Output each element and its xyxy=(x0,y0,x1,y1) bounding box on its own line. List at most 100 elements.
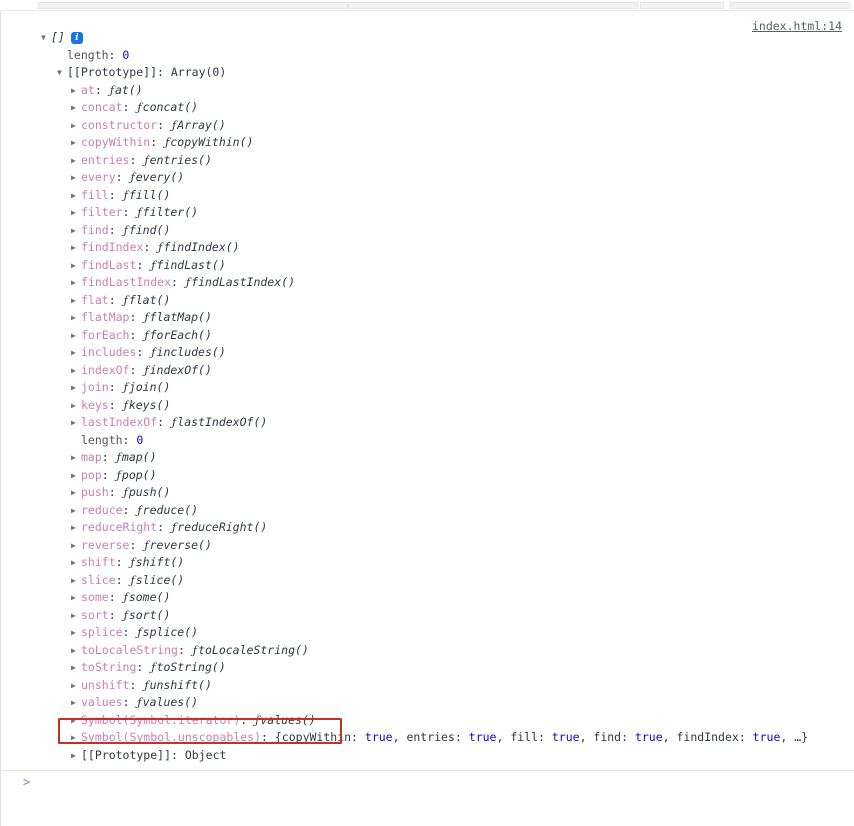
chevron-right-icon[interactable] xyxy=(71,642,80,660)
tree-row[interactable]: toString: ƒtoString() xyxy=(1,659,854,677)
tree-row[interactable]: unshift: ƒunshift() xyxy=(1,677,854,695)
chevron-right-icon[interactable] xyxy=(71,327,80,345)
chevron-right-icon[interactable] xyxy=(71,589,80,607)
chevron-right-icon[interactable] xyxy=(71,484,80,502)
tree-row[interactable]: values: ƒvalues() xyxy=(1,694,854,712)
console-prompt-row[interactable]: > xyxy=(0,771,854,826)
chevron-right-icon[interactable] xyxy=(71,292,80,310)
chevron-right-icon[interactable] xyxy=(71,134,80,152)
tree-row[interactable]: keys: ƒkeys() xyxy=(1,397,854,415)
chevron-right-icon[interactable] xyxy=(71,362,80,380)
chevron-right-icon[interactable] xyxy=(71,274,80,292)
chevron-right-icon[interactable] xyxy=(71,659,80,677)
tree-row[interactable]: join: ƒjoin() xyxy=(1,379,854,397)
chevron-right-icon[interactable] xyxy=(71,239,80,257)
chevron-right-icon[interactable] xyxy=(71,204,80,222)
tree-row[interactable]: copyWithin: ƒcopyWithin() xyxy=(1,134,854,152)
chevron-right-icon[interactable] xyxy=(71,187,80,205)
tree-row[interactable]: slice: ƒslice() xyxy=(1,572,854,590)
key-value-separator: : xyxy=(136,257,151,272)
property-key: findIndex xyxy=(81,240,144,254)
tree-row[interactable]: reverse: ƒreverse() xyxy=(1,537,854,555)
chevron-down-icon[interactable] xyxy=(41,29,50,47)
tree-row[interactable]: reduceRight: ƒreduceRight() xyxy=(1,519,854,537)
tree-row[interactable]: toLocaleString: ƒtoLocaleString() xyxy=(1,642,854,660)
chevron-right-icon[interactable] xyxy=(71,519,80,537)
tree-row[interactable]: map: ƒmap() xyxy=(1,449,854,467)
tree-row[interactable]: every: ƒevery() xyxy=(1,169,854,187)
chevron-right-icon[interactable] xyxy=(71,677,80,695)
chevron-right-icon[interactable] xyxy=(71,379,80,397)
tree-row[interactable]: splice: ƒsplice() xyxy=(1,624,854,642)
chevron-right-icon[interactable] xyxy=(71,82,80,100)
function-signature: values() xyxy=(142,695,199,709)
property-key: length xyxy=(67,47,109,62)
chevron-right-icon[interactable] xyxy=(71,467,80,485)
tree-row[interactable]: findIndex: ƒfindIndex() xyxy=(1,239,854,257)
tree-row[interactable]: findLast: ƒfindLast() xyxy=(1,257,854,275)
tree-row[interactable]: lastIndexOf: ƒlastIndexOf() xyxy=(1,414,854,432)
tree-row-root[interactable]: [] i xyxy=(1,29,854,47)
tree-row[interactable]: push: ƒpush() xyxy=(1,484,854,502)
tree-row[interactable]: fill: ƒfill() xyxy=(1,187,854,205)
tree-row[interactable]: flat: ƒflat() xyxy=(1,292,854,310)
key-value-separator: : xyxy=(101,450,116,464)
tree-row[interactable]: forEach: ƒforEach() xyxy=(1,327,854,345)
tree-row[interactable]: length: 0 xyxy=(1,432,854,450)
chevron-right-icon[interactable] xyxy=(71,344,80,362)
tree-row[interactable]: some: ƒsome() xyxy=(1,589,854,607)
chevron-right-icon[interactable] xyxy=(71,607,80,625)
object-preview-segment: true xyxy=(634,730,663,744)
tree-row[interactable]: reduce: ƒreduce() xyxy=(1,502,854,520)
property-key: constructor xyxy=(81,117,158,132)
tree-row[interactable]: indexOf: ƒindexOf() xyxy=(1,362,854,380)
chevron-right-icon[interactable] xyxy=(71,554,80,572)
chevron-right-icon[interactable] xyxy=(71,152,80,170)
chevron-right-icon[interactable] xyxy=(71,537,80,555)
info-icon[interactable]: i xyxy=(70,32,83,44)
tree-row[interactable]: Symbol(Symbol.iterator): ƒvalues() xyxy=(1,712,854,730)
key-value-separator: : xyxy=(157,117,172,132)
property-value: 0 xyxy=(136,432,144,447)
chevron-right-icon[interactable] xyxy=(71,99,80,117)
function-signature: map() xyxy=(121,450,157,464)
tree-row[interactable]: entries: ƒentries() xyxy=(1,152,854,170)
toolbar-filter-bar[interactable] xyxy=(38,2,348,9)
toolbar-close-group[interactable] xyxy=(730,2,850,9)
tree-row[interactable]: filter: ƒfilter() xyxy=(1,204,854,222)
chevron-right-icon[interactable] xyxy=(71,117,80,135)
tree-row[interactable]: findLastIndex: ƒfindLastIndex() xyxy=(1,274,854,292)
property-key: at xyxy=(81,82,95,97)
tree-row[interactable]: concat: ƒconcat() xyxy=(1,99,854,117)
tree-row[interactable]: length: 0 xyxy=(1,47,854,65)
chevron-right-icon[interactable] xyxy=(71,502,80,520)
tree-row[interactable]: sort: ƒsort() xyxy=(1,607,854,625)
chevron-right-icon[interactable] xyxy=(71,747,80,765)
chevron-right-icon[interactable] xyxy=(71,222,80,240)
tree-row[interactable]: flatMap: ƒflatMap() xyxy=(1,309,854,327)
chevron-right-icon[interactable] xyxy=(71,449,80,467)
chevron-right-icon[interactable] xyxy=(71,712,80,730)
tree-row[interactable]: [[Prototype]]: Object xyxy=(1,747,854,765)
chevron-right-icon[interactable] xyxy=(71,397,80,415)
toolbar-level-selector[interactable] xyxy=(348,2,638,9)
chevron-right-icon[interactable] xyxy=(71,169,80,187)
tree-row[interactable]: includes: ƒincludes() xyxy=(1,344,854,362)
tree-row[interactable]: find: ƒfind() xyxy=(1,222,854,240)
chevron-right-icon[interactable] xyxy=(71,257,80,275)
chevron-right-icon[interactable] xyxy=(71,624,80,642)
tree-row[interactable]: shift: ƒshift() xyxy=(1,554,854,572)
tree-row[interactable]: pop: ƒpop() xyxy=(1,467,854,485)
chevron-right-icon[interactable] xyxy=(71,309,80,327)
tree-row[interactable]: at: ƒat() xyxy=(1,82,854,100)
chevron-right-icon[interactable] xyxy=(71,694,80,712)
chevron-right-icon[interactable] xyxy=(71,729,80,747)
console-input[interactable] xyxy=(39,775,823,793)
tree-row[interactable]: Symbol(Symbol.unscopables): {copyWithin:… xyxy=(1,729,854,747)
toolbar-settings-group[interactable] xyxy=(640,2,724,9)
tree-row[interactable]: constructor: ƒArray() xyxy=(1,117,854,135)
chevron-right-icon[interactable] xyxy=(71,414,80,432)
chevron-right-icon[interactable] xyxy=(71,572,80,590)
tree-row[interactable]: [[Prototype]]: Array(0) xyxy=(1,64,854,82)
chevron-down-icon[interactable] xyxy=(57,64,66,82)
